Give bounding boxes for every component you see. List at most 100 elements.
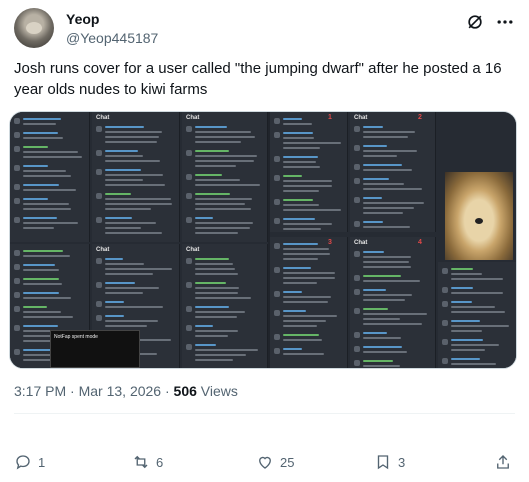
- chat-username-line: [451, 301, 473, 303]
- chat-message-line: [363, 136, 408, 138]
- chat-message-line: [283, 204, 319, 206]
- tweet-date[interactable]: Mar 13, 2026: [79, 383, 162, 399]
- chat-message-line: [283, 228, 322, 230]
- chat-message-line: [363, 212, 403, 214]
- chat-message-line: [105, 273, 154, 275]
- author-handle[interactable]: @Yeop445187: [66, 30, 158, 46]
- chat-username-line: [23, 184, 59, 186]
- chat-avatar: [96, 193, 102, 199]
- chat-message-line: [105, 136, 159, 138]
- chat-message-line: [195, 136, 256, 138]
- chat-avatar: [186, 282, 192, 288]
- chat-message-line: [195, 184, 260, 186]
- chat-username-line: [195, 193, 231, 195]
- chat-message-line: [363, 256, 412, 258]
- chat-username-line: [283, 267, 312, 269]
- chat-username-line: [363, 289, 387, 291]
- chat-avatar: [274, 118, 280, 124]
- repost-button[interactable]: 6: [132, 450, 163, 474]
- chat-avatar: [14, 132, 20, 138]
- bookmark-count: 3: [398, 454, 406, 470]
- chat-username-line: [363, 360, 394, 362]
- chat-message-line: [363, 169, 412, 171]
- divider-top: [14, 413, 515, 414]
- chat-username-line: [363, 221, 384, 223]
- chat-message-line: [195, 292, 238, 294]
- chat-avatar: [96, 126, 102, 132]
- chat-avatar: [14, 146, 20, 152]
- chat-message-line: [105, 232, 163, 234]
- chat-avatar: [442, 339, 448, 345]
- chat-message-line: [283, 301, 329, 303]
- chat-message-line: [105, 203, 173, 205]
- like-button[interactable]: 25: [256, 450, 294, 474]
- chat-avatar: [274, 267, 280, 273]
- chat-column: Chat: [182, 112, 268, 242]
- chat-message-line: [195, 359, 234, 361]
- chat-avatar: [442, 268, 448, 274]
- chat-username-line: [23, 264, 56, 266]
- meta-separator-2: ·: [161, 383, 174, 399]
- chat-avatar: [442, 358, 448, 364]
- chat-message-line: [363, 318, 401, 320]
- author-name[interactable]: Yeop: [66, 11, 99, 27]
- chat-message-line: [283, 209, 341, 211]
- chat-column: [10, 112, 90, 242]
- chat-message-line: [283, 223, 332, 225]
- chat-username-line: [451, 358, 481, 360]
- chat-avatar: [96, 258, 102, 264]
- reply-button[interactable]: 1: [14, 450, 45, 474]
- bookmark-button[interactable]: 3: [374, 450, 405, 474]
- tweet-time[interactable]: 3:17 PM: [14, 383, 66, 399]
- chat-username-line: [195, 325, 214, 327]
- chat-message-line: [195, 203, 246, 205]
- chat-message-line: [195, 297, 252, 299]
- chat-message-line: [105, 160, 161, 162]
- chat-message-line: [283, 185, 332, 187]
- chat-message-line: [283, 272, 335, 274]
- like-icon: [259, 456, 271, 469]
- chat-column: Chat: [350, 237, 436, 368]
- grok-icon[interactable]: [465, 12, 485, 32]
- chat-message-line: [23, 208, 71, 210]
- chat-message-line: [283, 190, 319, 192]
- chat-message-line: [363, 294, 412, 296]
- chat-message-line: [23, 255, 70, 257]
- chat-avatar: [186, 306, 192, 312]
- chat-avatar: [274, 156, 280, 162]
- chat-message-line: [283, 248, 330, 250]
- chat-username-line: [23, 132, 58, 134]
- chat-username-line: [105, 193, 131, 195]
- media-image-right[interactable]: Chat Chat 1 2 3 4: [270, 112, 516, 369]
- share-button[interactable]: [494, 450, 512, 474]
- tweet-media[interactable]: Chat Chat Chat Chat NotFap spent mode Chat Ch…: [9, 111, 517, 369]
- chat-message-line: [451, 311, 505, 313]
- chat-message-line: [195, 227, 251, 229]
- chat-message-line: [23, 203, 70, 205]
- chat-message-line: [195, 232, 238, 234]
- chat-message-line: [363, 261, 409, 263]
- chat-username-line: [283, 132, 314, 134]
- chat-message-line: [23, 269, 59, 271]
- chat-avatar: [354, 332, 360, 338]
- more-icon[interactable]: [495, 12, 515, 32]
- chat-message-line: [451, 306, 496, 308]
- chat-username-line: [105, 258, 124, 260]
- chat-avatar: [96, 301, 102, 307]
- chat-username-line: [195, 344, 217, 346]
- chat-username-line: [23, 118, 61, 120]
- chat-title: Chat: [186, 247, 200, 253]
- chat-title: Chat: [354, 115, 368, 121]
- reply-count: 1: [38, 454, 46, 470]
- chat-username-line: [283, 156, 318, 158]
- chat-avatar: [96, 150, 102, 156]
- chat-username-line: [451, 320, 481, 322]
- chat-message-line: [451, 368, 490, 369]
- avatar[interactable]: [14, 8, 54, 48]
- chat-message-line: [105, 306, 163, 308]
- chat-message-line: [363, 207, 414, 209]
- media-image-left[interactable]: Chat Chat Chat Chat NotFap spent mode: [10, 112, 268, 368]
- chat-avatar: [96, 315, 102, 321]
- chat-message-line: [283, 277, 336, 279]
- chat-message-line: [363, 202, 424, 204]
